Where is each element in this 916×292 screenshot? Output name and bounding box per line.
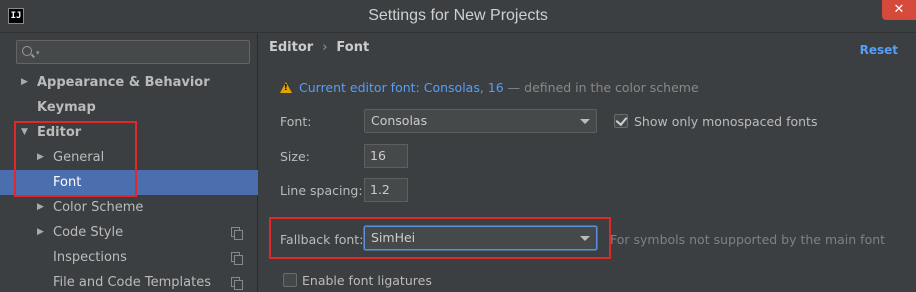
sidebar-item-label: General (53, 150, 105, 165)
sidebar-item-label: Keymap (37, 100, 96, 115)
sidebar-item-label: Color Scheme (53, 200, 144, 215)
project-settings-icon (231, 277, 243, 290)
breadcrumb: Editor › Font (269, 40, 369, 55)
sidebar-item-general[interactable]: ▶ General (0, 145, 258, 170)
line-spacing-label: Line spacing: (280, 183, 363, 198)
fallback-font-select[interactable]: SimHei (364, 226, 597, 250)
ligatures-label: Enable font ligatures (302, 273, 432, 288)
title-bar: IJ Settings for New Projects ✕ (0, 0, 916, 33)
warning-text: — defined in the color scheme (503, 80, 699, 95)
breadcrumb-current: Font (336, 40, 370, 55)
expand-arrow-icon[interactable]: ▶ (21, 70, 28, 95)
sidebar-item-label: Inspections (53, 250, 127, 265)
breadcrumb-parent: Editor (269, 40, 314, 55)
size-label: Size: (280, 149, 310, 164)
expand-arrow-icon[interactable]: ▶ (37, 220, 44, 245)
font-select[interactable]: Consolas (364, 109, 597, 133)
breadcrumb-separator: › (322, 40, 328, 55)
project-settings-icon (231, 227, 243, 240)
chevron-down-icon (580, 236, 590, 241)
sidebar-item-label: Code Style (53, 225, 124, 240)
font-warning: Current editor font: Consolas, 16 — defi… (280, 80, 699, 95)
sidebar-item-editor[interactable]: ▼ Editor (0, 120, 258, 145)
collapse-arrow-icon[interactable]: ▼ (21, 120, 28, 145)
settings-sidebar: ▾ ▶ Appearance & Behavior Keymap ▼ Edito… (0, 34, 258, 292)
line-spacing-field[interactable]: 1.2 (364, 178, 408, 202)
search-icon (22, 46, 32, 56)
sidebar-item-label: Appearance & Behavior (37, 75, 210, 90)
fallback-font-value: SimHei (371, 230, 416, 245)
font-settings-panel: Editor › Font Reset Current editor font: C… (259, 34, 916, 292)
monospaced-checkbox[interactable] (614, 114, 628, 128)
sidebar-item-file-code-templates[interactable]: File and Code Templates (0, 270, 258, 292)
window-title: Settings for New Projects (368, 7, 548, 24)
expand-arrow-icon[interactable]: ▶ (37, 145, 44, 170)
font-select-value: Consolas (371, 113, 428, 128)
reset-link[interactable]: Reset (860, 43, 898, 57)
ligatures-checkbox[interactable] (283, 273, 297, 287)
sidebar-item-label: Editor (37, 125, 82, 140)
chevron-down-icon (580, 119, 590, 124)
sidebar-item-color-scheme[interactable]: ▶ Color Scheme (0, 195, 258, 220)
sidebar-item-keymap[interactable]: Keymap (0, 95, 258, 120)
color-scheme-link[interactable]: Current editor font: Consolas, 16 (299, 80, 504, 95)
fallback-font-label: Fallback font: (280, 232, 364, 247)
settings-search-input[interactable]: ▾ (16, 40, 250, 64)
monospaced-label: Show only monospaced fonts (634, 114, 818, 129)
fallback-font-hint: For symbols not supported by the main fo… (610, 232, 886, 247)
close-icon: ✕ (893, 2, 905, 17)
sidebar-item-inspections[interactable]: Inspections (0, 245, 258, 270)
warning-icon (280, 82, 292, 93)
project-settings-icon (231, 252, 243, 265)
expand-arrow-icon[interactable]: ▶ (37, 195, 44, 220)
sidebar-item-code-style[interactable]: ▶ Code Style (0, 220, 258, 245)
sidebar-item-font[interactable]: Font (0, 170, 258, 195)
close-button[interactable]: ✕ (882, 0, 916, 20)
sidebar-item-label: Font (53, 175, 82, 190)
font-label: Font: (280, 114, 312, 129)
search-history-dropdown-icon[interactable]: ▾ (36, 49, 40, 57)
size-field[interactable]: 16 (364, 144, 408, 168)
sidebar-item-appearance-behavior[interactable]: ▶ Appearance & Behavior (0, 70, 258, 95)
sidebar-item-label: File and Code Templates (53, 275, 211, 290)
